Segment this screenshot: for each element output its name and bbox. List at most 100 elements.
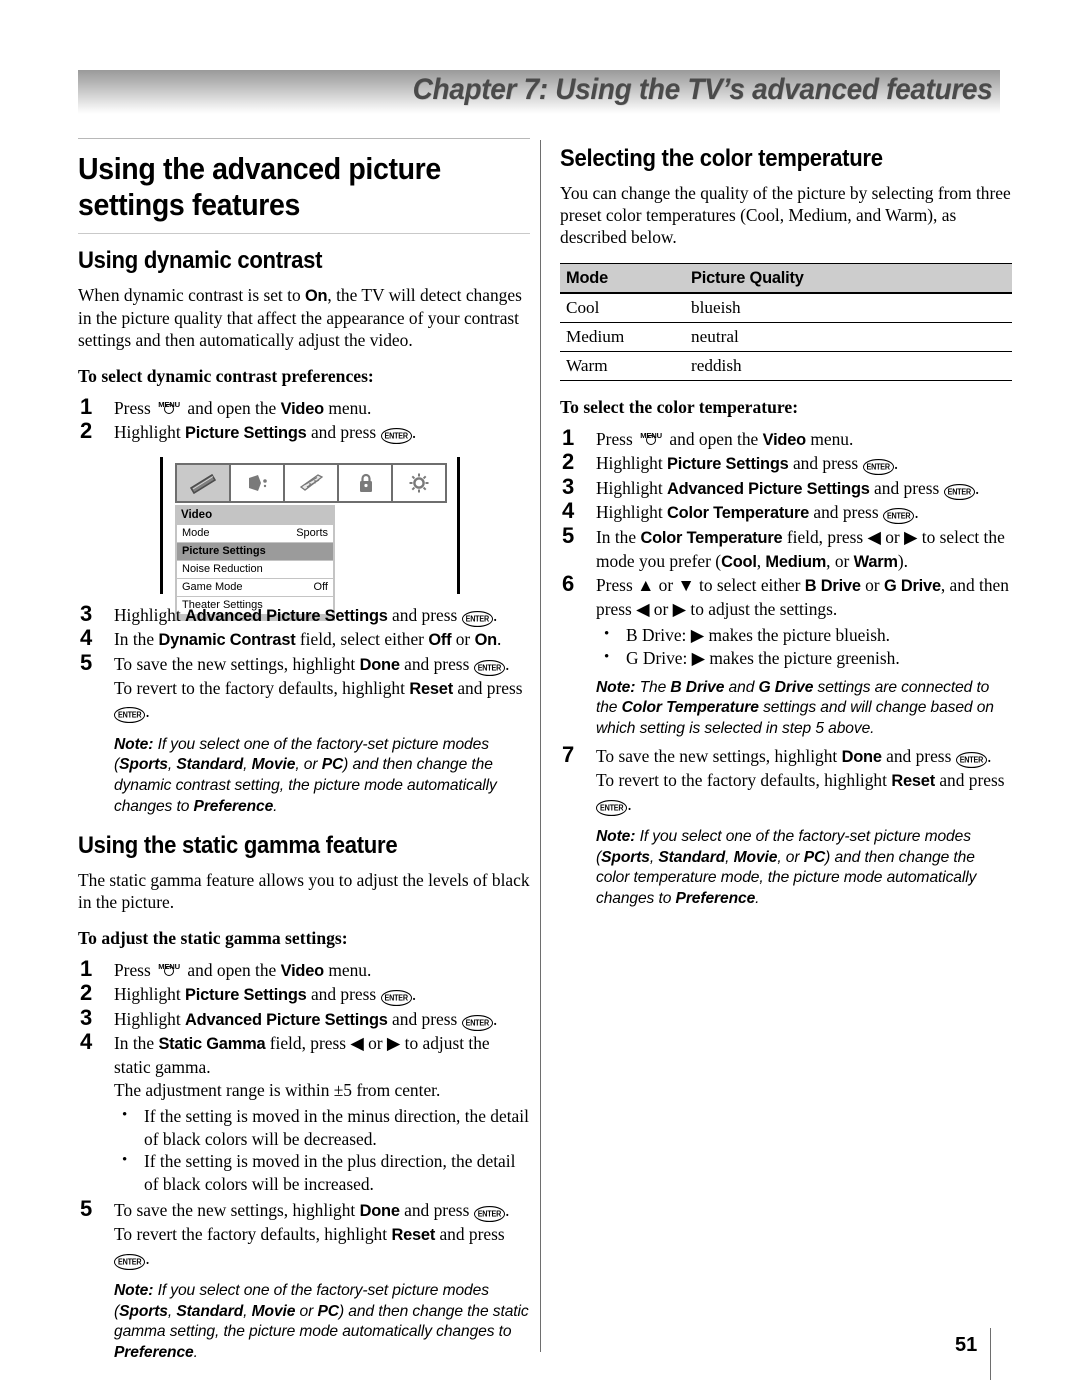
step-item: 3 Highlight Advanced Picture Settings an… [560, 474, 1012, 501]
audio-speaker-icon[interactable] [231, 464, 285, 501]
note-dynamic-contrast: Note: If you select one of the factory-s… [114, 735, 530, 817]
step-bold: Off [428, 631, 452, 650]
step-text: and press [306, 984, 381, 1005]
dc-intro-on: On [305, 287, 328, 305]
step-bold: Advanced Picture Settings [185, 606, 388, 625]
tv-menu-item-game-mode[interactable]: Game Mode Off [177, 578, 333, 597]
step-text: Press [114, 959, 156, 980]
heading-color-temperature: Selecting the color temperature [560, 145, 883, 172]
tv-menu-item-label: Picture Settings [182, 545, 266, 558]
table-cell-mode: Warm [560, 351, 685, 381]
enter-key-icon: ENTER [380, 428, 412, 445]
enter-key-icon: ENTER [955, 752, 988, 769]
note-label: Note: [114, 735, 154, 753]
step-text: . [914, 502, 919, 523]
note-bold: Color Temperature [621, 699, 759, 717]
step-bold: B Drive [804, 577, 861, 596]
step-bold: Color Temperature [640, 528, 783, 547]
step-bold: Picture Settings [667, 455, 789, 474]
step-bold: Warm [853, 552, 898, 571]
step-number: 2 [80, 418, 93, 444]
note-bold: Movie [251, 1302, 296, 1320]
step-item: 3 Highlight Advanced Picture Settings an… [78, 601, 530, 628]
enter-key-icon: ENTER [380, 990, 412, 1007]
step-number: 7 [562, 742, 575, 768]
step-item: 4 In the Dynamic Contrast field, select … [78, 626, 530, 652]
step-item: 1 Press MENU and open the Video menu. [78, 394, 530, 421]
step-bold: Medium [765, 552, 827, 571]
step-bold: Video [762, 430, 807, 449]
step-text: . [145, 1247, 150, 1268]
note-text: , [243, 756, 252, 774]
tv-menu-item-noise-reduction[interactable]: Noise Reduction [177, 560, 333, 579]
step-continuation: To revert the factory defaults, highligh… [114, 1223, 530, 1270]
step-text: and press [387, 1008, 462, 1029]
table-header-picture-quality: Picture Quality [685, 262, 1012, 294]
bullet-item: If the setting is moved in the minus dir… [114, 1104, 530, 1150]
table-row: Cool blueish [560, 292, 1012, 323]
table-cell-quality: neutral [685, 322, 1012, 352]
note-bold: Movie [251, 756, 296, 774]
lead-color-temperature: To select the color temperature: [560, 396, 799, 417]
step-text: To save the new settings, highlight [596, 746, 842, 767]
step-text: and press [452, 677, 523, 698]
table-row: Medium neutral [560, 322, 1012, 352]
step-number: 3 [80, 1004, 93, 1030]
table-cell-mode: Cool [560, 292, 685, 323]
settings-sliders-icon[interactable] [285, 464, 339, 501]
note-text: and [724, 678, 759, 696]
step-item: 7 To save the new settings, highlight Do… [560, 742, 1012, 816]
drive-bullets: B Drive: ▶ makes the picture blueish. G … [596, 623, 1012, 670]
step-number: 5 [562, 522, 575, 548]
step-text: Highlight [596, 453, 668, 474]
footer-rule [990, 1328, 991, 1380]
step-text: menu. [805, 428, 854, 449]
step-bold: Cool [721, 552, 757, 571]
table-header-row: Mode Picture Quality [560, 262, 1012, 294]
note-bold: PC [803, 848, 826, 866]
step-bold: Done [359, 1202, 400, 1221]
note-bold: Sports [119, 1302, 168, 1320]
right-column: Selecting the color temperature You can … [560, 138, 1012, 923]
step-bold: Advanced Picture Settings [667, 479, 870, 498]
note-bold: Sports [601, 848, 650, 866]
step-text: Press [114, 397, 156, 418]
left-top-rule [78, 138, 530, 139]
menu-key-icon: MENU [638, 431, 664, 447]
static-gamma-intro: The static gamma feature allows you to a… [78, 870, 530, 913]
chapter-header-bar: Chapter 7: Using the TV’s advanced featu… [78, 70, 1000, 114]
step-item: 4 Highlight Color Temperature and press … [560, 499, 1012, 525]
note-text: , or [777, 848, 804, 866]
step-bold: Picture Settings [185, 424, 307, 443]
tv-menu-item-mode[interactable]: Mode Sports [177, 524, 333, 543]
bullet-item: B Drive: ▶ makes the picture blueish. [596, 623, 1012, 647]
step-bold: Video [280, 399, 325, 418]
table-cell-mode: Medium [560, 322, 685, 352]
step-item: 4 In the Static Gamma field, press ◀ or … [78, 1029, 530, 1195]
note-text: , or [295, 756, 322, 774]
step-text: . [411, 984, 417, 1005]
step-text: . [505, 1200, 510, 1221]
note-text: . [193, 1344, 198, 1362]
step-text: and press [399, 653, 474, 674]
step-number: 4 [80, 1029, 93, 1055]
step-text: and press [869, 477, 944, 498]
step-text: Highlight [114, 422, 186, 443]
video-icon[interactable] [177, 464, 231, 501]
lock-icon[interactable] [339, 464, 393, 501]
note-bold: Preference [193, 797, 274, 815]
note-bold: Standard [176, 1302, 244, 1320]
table-cell-quality: reddish [685, 351, 1012, 381]
step-text: and press [399, 1200, 474, 1221]
enter-key-icon: ENTER [943, 483, 975, 500]
note-label: Note: [596, 828, 636, 846]
dynamic-contrast-intro: When dynamic contrast is set to On, the … [78, 284, 530, 352]
step-text: In the [596, 526, 641, 547]
enter-key-icon: ENTER [473, 1206, 506, 1223]
brightness-sun-icon[interactable] [393, 464, 445, 501]
step-text: . [893, 453, 899, 474]
note-bold: Standard [658, 848, 726, 866]
step-text: menu. [323, 397, 372, 418]
tv-menu-item-picture-settings[interactable]: Picture Settings [177, 542, 333, 561]
bullet-item: G Drive: ▶ makes the picture greenish. [596, 646, 1012, 670]
